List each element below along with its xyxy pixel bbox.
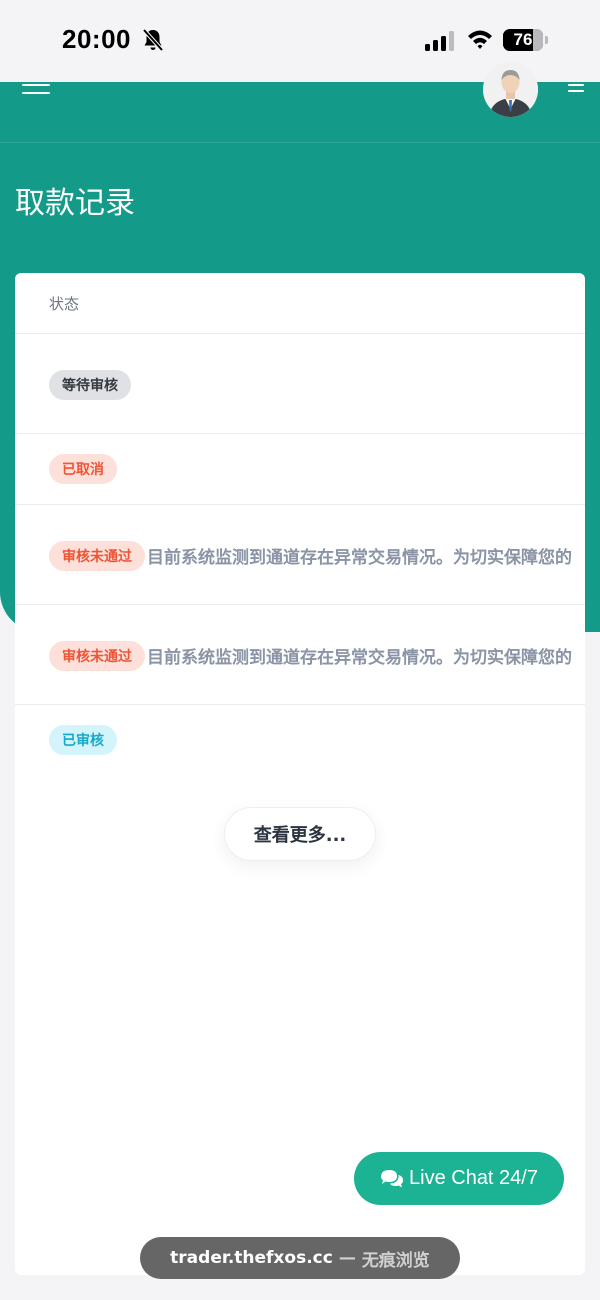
table-row: 等待审核 (15, 334, 585, 434)
live-chat-label: Live Chat 24/7 (409, 1167, 538, 1189)
wifi-icon (468, 30, 492, 49)
hamburger-menu-icon[interactable] (22, 84, 50, 100)
table-row: 已取消 (15, 434, 585, 505)
rejection-reason: 目前系统监测到通道存在异常交易情况。为切实保障您的 (147, 548, 572, 568)
menu-lines-icon[interactable] (568, 84, 584, 96)
column-header-status: 状态 (15, 273, 585, 334)
private-mode-label: 无痕浏览 (361, 1250, 430, 1271)
bell-muted-icon (142, 28, 164, 52)
table-row: 审核未通过 目前系统监测到通道存在异常交易情况。为切实保障您的 (15, 505, 585, 605)
table-row: 审核未通过 目前系统监测到通道存在异常交易情况。为切实保障您的 (15, 605, 585, 705)
browser-url-bar[interactable]: trader.thefxos.cc — 无痕浏览 (140, 1237, 460, 1279)
withdrawal-records-card: 状态 等待审核 已取消 审核未通过 目前系统监测到通道存在异常交易情况。为切实保… (15, 273, 585, 1275)
user-avatar[interactable] (483, 62, 538, 117)
status-badge: 审核未通过 (49, 641, 145, 671)
avatar-icon (483, 62, 538, 117)
status-badge: 已审核 (49, 725, 117, 755)
status-badge: 审核未通过 (49, 541, 145, 571)
table-row: 已审核 (15, 705, 585, 775)
battery-level: 76 (513, 30, 533, 49)
battery-icon: 76 (503, 29, 543, 51)
signal-icon (425, 31, 454, 51)
battery-nub (545, 36, 548, 44)
status-time: 20:00 (62, 24, 131, 54)
url-host: trader.thefxos.cc (170, 1248, 333, 1268)
status-badge: 等待审核 (49, 370, 131, 400)
page-title: 取款记录 (15, 186, 135, 221)
chat-bubbles-icon (381, 1169, 403, 1187)
header-divider (0, 142, 600, 143)
status-badge: 已取消 (49, 454, 117, 484)
live-chat-button[interactable]: Live Chat 24/7 (354, 1152, 564, 1205)
rejection-reason: 目前系统监测到通道存在异常交易情况。为切实保障您的 (147, 648, 572, 668)
view-more-button[interactable]: 查看更多... (224, 807, 376, 861)
url-separator: — (338, 1248, 356, 1268)
